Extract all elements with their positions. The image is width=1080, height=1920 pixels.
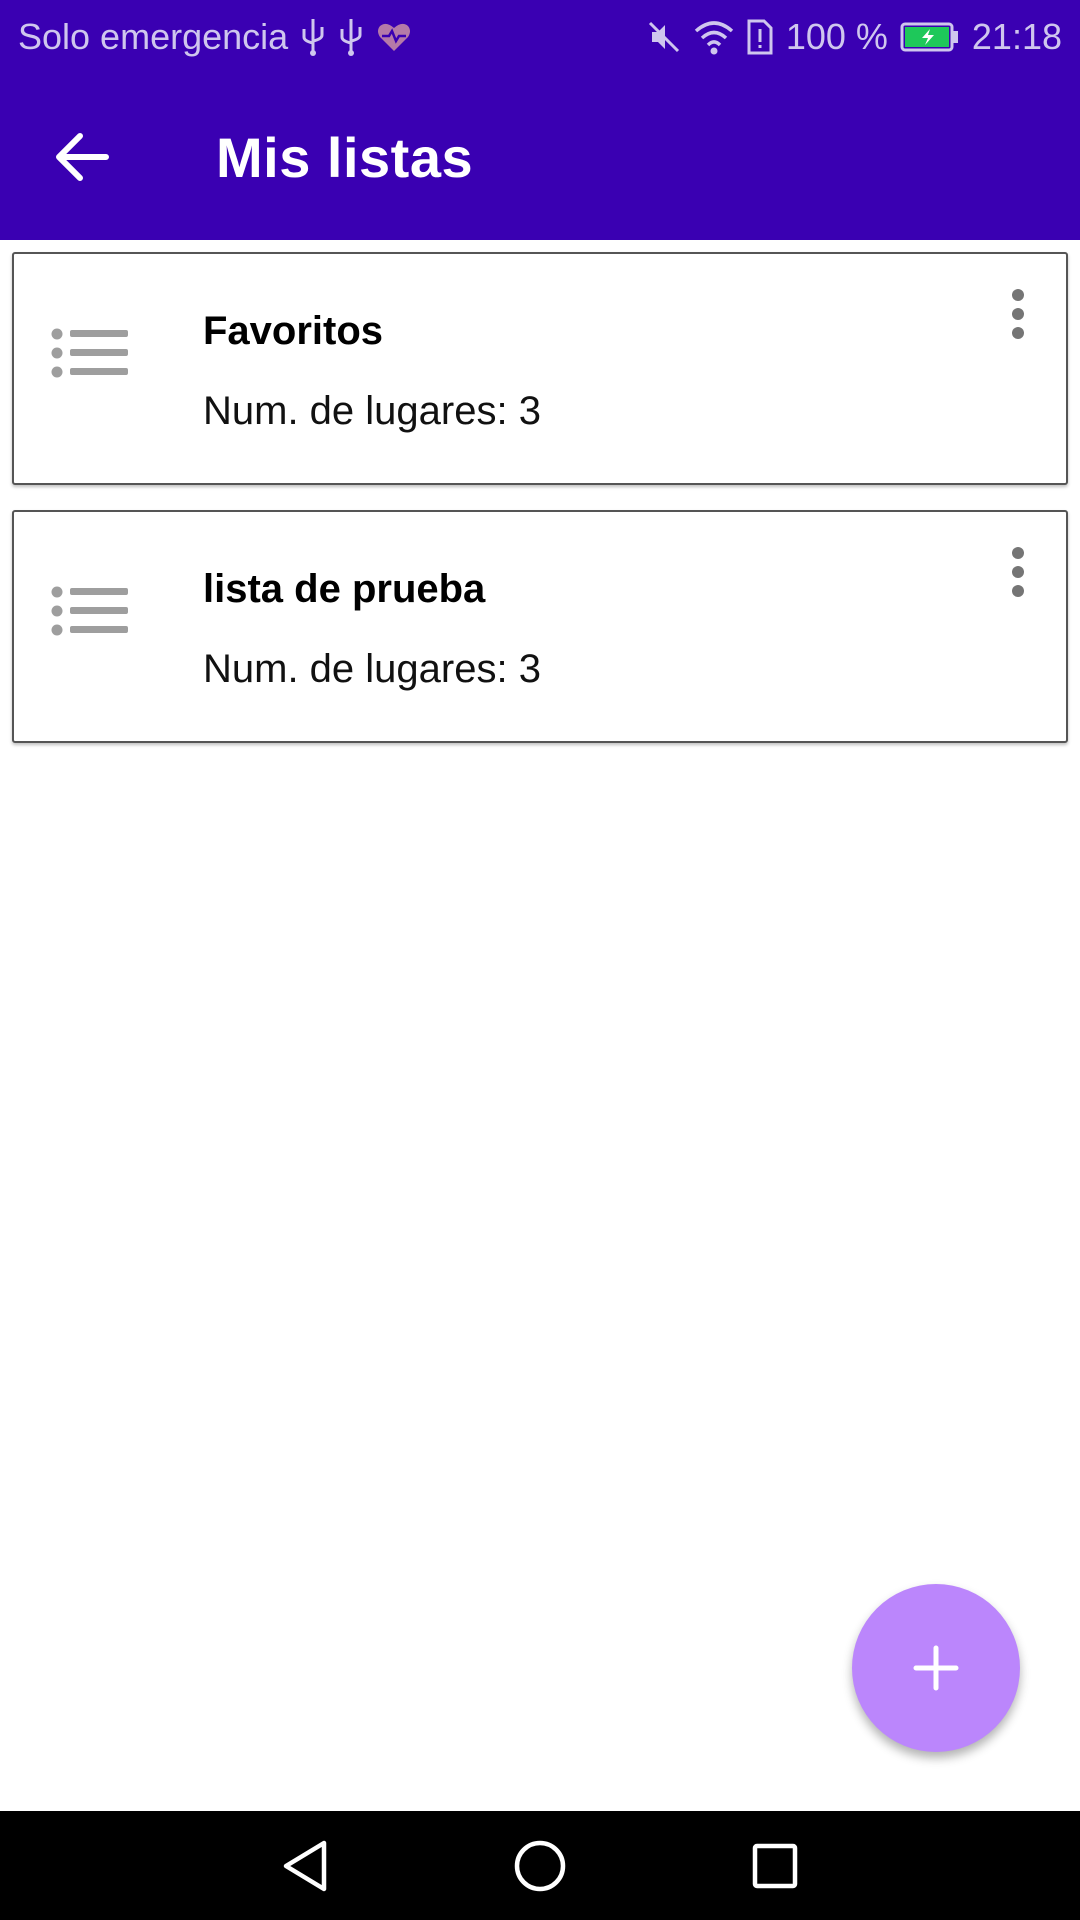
nav-home-button[interactable] [500,1826,580,1906]
list-icon [51,586,128,636]
home-circle-icon [514,1840,566,1891]
list-name: Favoritos [203,309,384,353]
add-list-button[interactable] [852,1584,1020,1752]
arrow-back-icon [56,133,109,181]
list-count: Num. de lugares: 3 [203,389,541,433]
nav-recents-button[interactable] [735,1826,815,1906]
usb-icon [300,17,326,57]
back-button[interactable] [27,102,137,212]
battery-charging-icon [900,22,960,52]
usb-icon [338,17,364,57]
back-triangle-icon [283,1840,327,1891]
more-vert-icon [1012,547,1024,597]
mute-icon [646,19,682,55]
status-left: Solo emergencia [18,16,412,58]
status-bar: Solo emergencia 100 % 21:18 [0,0,1080,74]
battery-percent: 100 % [785,16,888,57]
page-title: Mis listas [216,125,474,189]
sim-alert-icon [746,19,774,55]
recents-square-icon [752,1843,798,1888]
carrier-text: Solo emergencia [18,16,289,57]
status-right: 100 % 21:18 [646,16,1062,58]
clock: 21:18 [971,16,1062,57]
more-options-button[interactable] [988,537,1048,607]
list-count: Num. de lugares: 3 [203,647,541,691]
app-bar: Mis listas [0,74,1080,240]
list-item-favoritos[interactable]: Favoritos Num. de lugares: 3 [12,252,1068,485]
list-icon [51,328,128,378]
list-name: lista de prueba [203,567,486,611]
more-options-button[interactable] [988,279,1048,349]
list-item-lista-de-prueba[interactable]: lista de prueba Num. de lugares: 3 [12,510,1068,743]
nav-back-button[interactable] [265,1826,345,1906]
health-icon [376,21,412,53]
plus-icon [913,1645,959,1691]
wifi-icon [694,19,734,55]
system-nav-bar [0,1811,1080,1920]
lists-container: Favoritos Num. de lugares: 3 lista de pr… [12,252,1068,768]
more-vert-icon [1012,289,1024,339]
screen: Solo emergencia 100 % 21:18 Mis listas F… [0,0,1080,1920]
